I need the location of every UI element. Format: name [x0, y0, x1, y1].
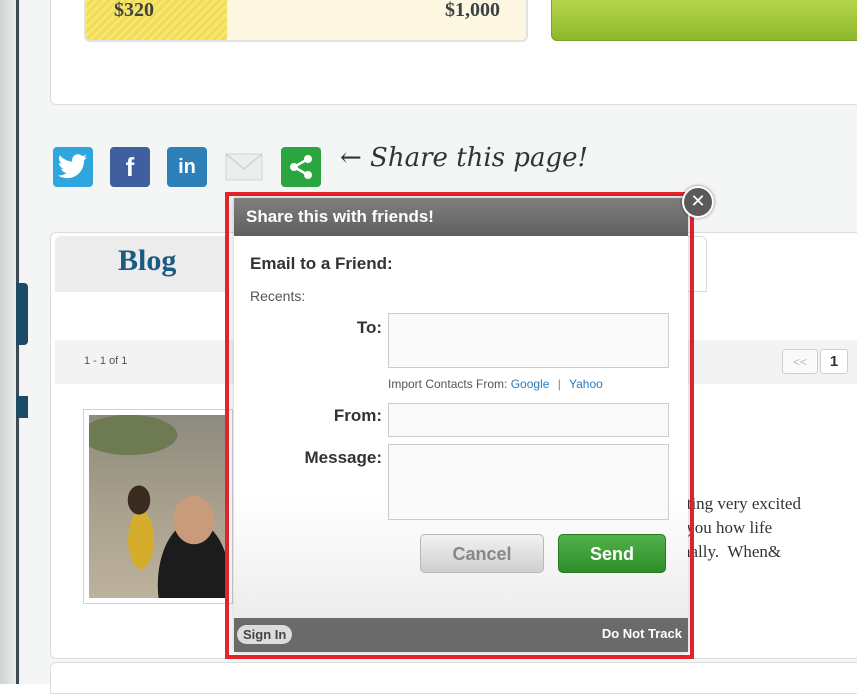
sign-in-button[interactable]: Sign In	[237, 625, 293, 644]
message-label: Message:	[304, 448, 382, 467]
linkedin-icon[interactable]: in	[167, 147, 207, 187]
import-separator: |	[557, 377, 561, 391]
modal-header: Share this with friends!	[234, 198, 688, 236]
photo-image	[89, 415, 227, 598]
side-tab[interactable]	[16, 396, 28, 418]
send-button[interactable]: Send	[558, 534, 666, 573]
email-section-title: Email to a Friend:	[250, 254, 393, 273]
amount-raised: $320	[114, 0, 154, 21]
share-modal: Share this with friends! Email to a Frie…	[234, 198, 688, 652]
tab-blog-label: Blog	[118, 244, 177, 277]
import-label: Import Contacts From:	[388, 377, 508, 391]
twitter-icon[interactable]	[53, 147, 93, 187]
bottom-card	[50, 662, 857, 694]
goal-amount: $1,000	[445, 0, 500, 21]
blog-post-excerpt: tting very excited you how life nally. W…	[682, 494, 801, 561]
fundraising-progress-bar: $320 $1,000	[84, 0, 528, 42]
close-icon[interactable]: ✕	[682, 186, 714, 218]
message-field[interactable]	[388, 444, 669, 520]
recents-label: Recents:	[250, 288, 306, 304]
import-google-link[interactable]: Google	[511, 377, 550, 391]
do-not-track-link[interactable]: Do Not Track	[602, 626, 682, 641]
share-icon[interactable]	[281, 147, 321, 187]
from-label: From:	[333, 406, 382, 425]
from-field[interactable]	[388, 403, 669, 437]
pager-count: 1 - 1 of 1	[84, 355, 128, 367]
donate-button[interactable]	[551, 0, 857, 41]
pager-prev-button[interactable]: <<	[782, 349, 818, 374]
email-icon[interactable]	[224, 147, 264, 187]
pager-page-button[interactable]: 1	[820, 349, 848, 374]
modal-footer: Sign In Do Not Track	[234, 618, 688, 652]
to-label: To:	[356, 318, 382, 337]
cancel-button[interactable]: Cancel	[420, 534, 544, 573]
blog-post-photo[interactable]	[83, 409, 233, 604]
side-tab[interactable]	[16, 283, 28, 345]
import-yahoo-link[interactable]: Yahoo	[569, 377, 603, 391]
share-this-page-label: ← Share this page!	[340, 143, 588, 173]
facebook-icon[interactable]: f	[110, 147, 150, 187]
to-field[interactable]	[388, 313, 669, 368]
page-background: $320 $1,000 f in ← Share this page! Blog…	[0, 0, 857, 694]
progress-fill	[86, 0, 227, 40]
import-contacts: Import Contacts From: Google | Yahoo	[388, 377, 603, 391]
